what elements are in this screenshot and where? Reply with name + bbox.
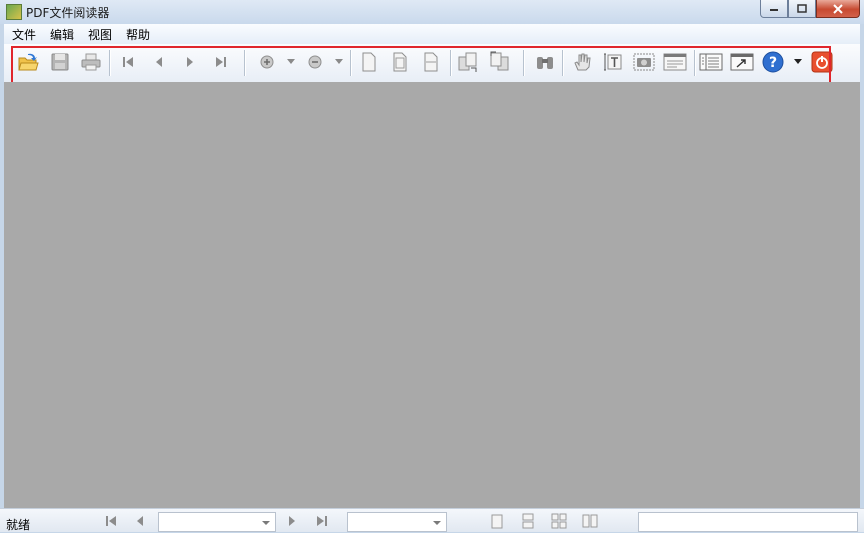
chevron-down-icon — [262, 521, 270, 525]
last-page-icon — [317, 516, 327, 526]
single-page-view-button[interactable] — [488, 512, 506, 530]
status-info-box — [638, 512, 858, 532]
rotate-ccw-button[interactable] — [487, 50, 511, 74]
fit-page-button[interactable] — [388, 50, 412, 74]
toolbar-separator — [562, 50, 564, 76]
minimize-icon — [770, 8, 778, 11]
help-icon: ? — [762, 51, 784, 73]
rotate-ccw-icon — [490, 51, 509, 71]
open-button[interactable] — [16, 50, 40, 74]
zoom-in-dropdown[interactable] — [287, 59, 295, 64]
fit-width-button[interactable] — [419, 50, 443, 74]
status-last-page-button[interactable] — [313, 512, 331, 530]
find-button[interactable] — [533, 50, 557, 74]
page-number-combo[interactable] — [158, 512, 276, 532]
chevron-down-icon — [433, 521, 441, 525]
fullscreen-icon — [730, 53, 754, 71]
toolbar-separator — [523, 50, 525, 76]
document-view[interactable] — [4, 82, 860, 508]
fit-page-icon — [393, 52, 407, 72]
prev-page-icon — [156, 57, 162, 67]
minimize-button[interactable] — [760, 0, 788, 18]
snapshot-button[interactable] — [632, 50, 656, 74]
zoom-out-dropdown[interactable] — [335, 59, 343, 64]
prev-page-icon — [137, 516, 143, 526]
app-icon — [6, 4, 22, 20]
exit-button[interactable] — [810, 50, 834, 74]
close-icon — [833, 3, 843, 14]
first-page-icon — [123, 57, 133, 67]
facing-page-icon — [582, 514, 598, 528]
snapshot-icon — [633, 53, 655, 71]
help-dropdown[interactable] — [794, 59, 802, 64]
find-icon — [537, 57, 553, 69]
toolbar-separator — [450, 50, 452, 76]
prev-page-button[interactable] — [147, 50, 171, 74]
last-page-button[interactable] — [209, 50, 233, 74]
rotate-cw-icon — [458, 52, 477, 72]
last-page-icon — [216, 57, 226, 67]
continuous-view-button[interactable] — [519, 512, 537, 530]
zoom-out-icon — [308, 55, 322, 69]
toolbar-separator — [244, 50, 246, 76]
first-page-button[interactable] — [116, 50, 140, 74]
svg-text:?: ? — [769, 55, 777, 71]
menu-view[interactable]: 视图 — [82, 26, 118, 43]
zoom-combo[interactable] — [347, 512, 447, 532]
zoom-out-button[interactable] — [303, 50, 327, 74]
title-bar: PDF文件阅读器 — [0, 0, 864, 24]
next-page-icon — [187, 57, 193, 67]
single-page-icon — [491, 514, 503, 529]
status-next-page-button[interactable] — [283, 512, 301, 530]
maximize-button[interactable] — [788, 0, 816, 18]
window-title: PDF文件阅读器 — [26, 6, 110, 20]
exit-icon — [811, 51, 833, 73]
fit-width-icon — [424, 52, 438, 72]
close-button[interactable] — [816, 0, 860, 18]
maximize-icon — [797, 4, 807, 13]
menu-help[interactable]: 帮助 — [120, 26, 156, 43]
menu-bar: 文件 编辑 视图 帮助 — [4, 24, 860, 44]
select-text-icon — [604, 53, 622, 71]
print-button[interactable] — [79, 50, 103, 74]
status-text: 就绪 — [6, 518, 31, 532]
actual-size-icon — [362, 52, 376, 72]
help-button[interactable]: ? — [761, 50, 785, 74]
toolbar-separator — [109, 50, 111, 76]
grid-page-icon — [551, 513, 567, 529]
rotate-cw-button[interactable] — [456, 50, 480, 74]
outline-icon — [699, 53, 723, 71]
actual-size-button[interactable] — [357, 50, 381, 74]
hand-tool-button[interactable] — [570, 50, 594, 74]
continuous-page-icon — [522, 513, 534, 529]
menu-file[interactable]: 文件 — [6, 26, 42, 43]
outline-button[interactable] — [699, 50, 723, 74]
facing-continuous-view-button[interactable] — [550, 512, 568, 530]
toolbar-separator — [694, 50, 696, 76]
open-icon — [18, 53, 39, 71]
form-button[interactable] — [663, 50, 687, 74]
status-first-page-button[interactable] — [102, 512, 120, 530]
zoom-in-icon — [260, 55, 274, 69]
zoom-in-button[interactable] — [255, 50, 279, 74]
print-icon — [81, 53, 101, 71]
menu-edit[interactable]: 编辑 — [44, 26, 80, 43]
next-page-icon — [289, 516, 295, 526]
save-button[interactable] — [48, 50, 72, 74]
select-text-button[interactable] — [601, 50, 625, 74]
first-page-icon — [106, 516, 116, 526]
next-page-button[interactable] — [178, 50, 202, 74]
toolbar-separator — [350, 50, 352, 76]
hand-icon — [574, 53, 591, 71]
fullscreen-button[interactable] — [730, 50, 754, 74]
form-icon — [663, 53, 687, 71]
status-prev-page-button[interactable] — [131, 512, 149, 530]
facing-view-button[interactable] — [581, 512, 599, 530]
save-icon — [51, 53, 69, 71]
